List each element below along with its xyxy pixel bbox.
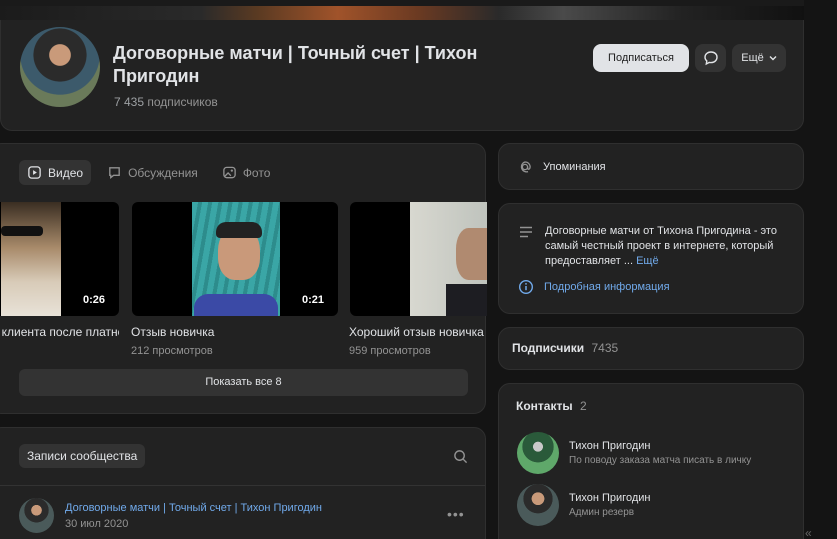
info-icon bbox=[518, 279, 534, 295]
video-title[interactable]: Отзыв новичка bbox=[131, 325, 214, 339]
group-header: Договорные матчи | Точный счет | Тихон П… bbox=[0, 20, 804, 131]
contact-description: По поводу заказа матча писать в личку bbox=[569, 455, 752, 466]
group-title: Договорные матчи | Точный счет | Тихон П… bbox=[113, 43, 478, 86]
video-title[interactable]: Отзыв клиента после платного прогноза bbox=[0, 325, 119, 339]
group-avatar[interactable] bbox=[18, 25, 102, 109]
contact-name[interactable]: Тихон Пригодин bbox=[569, 492, 650, 504]
followers-count: 7435 bbox=[591, 341, 619, 355]
video-thumbnail[interactable]: 0:26 bbox=[0, 202, 119, 316]
tab-photos[interactable]: Фото bbox=[214, 160, 279, 185]
collapse-sidebar-icon[interactable]: « bbox=[805, 526, 812, 539]
mentions-label: Упоминания bbox=[543, 161, 606, 173]
at-icon bbox=[520, 161, 531, 173]
post-author-link[interactable]: Договорные матчи | Точный счет | Тихон П… bbox=[65, 502, 322, 514]
video-duration: 0:21 bbox=[301, 294, 324, 306]
contact-name[interactable]: Тихон Пригодин bbox=[569, 440, 650, 452]
about-block: Договорные матчи от Тихона Пригодина - э… bbox=[498, 203, 804, 314]
posts-filter-button[interactable]: Записи сообщества bbox=[19, 444, 146, 468]
description-icon bbox=[520, 226, 532, 238]
group-description: Договорные матчи от Тихона Пригодина - э… bbox=[545, 225, 777, 267]
show-all-videos-button[interactable]: Показать все 8 bbox=[19, 369, 468, 396]
subscribers-count[interactable]: 7 435 подписчиков bbox=[114, 95, 218, 109]
more-button[interactable]: Ещё bbox=[732, 44, 786, 72]
details-link[interactable]: Подробная информация bbox=[544, 281, 670, 293]
chevron-down-icon bbox=[769, 56, 777, 61]
message-icon bbox=[703, 51, 718, 66]
tab-discussions[interactable]: Обсуждения bbox=[99, 160, 206, 185]
video-views: 212 просмотров bbox=[131, 345, 213, 357]
community-posts: Записи сообщества Договорные матчи | Точ… bbox=[0, 427, 486, 539]
video-views: 959 просмотров bbox=[349, 345, 431, 357]
discussion-icon bbox=[109, 167, 120, 180]
video-thumbnail[interactable] bbox=[350, 202, 487, 316]
search-icon[interactable] bbox=[453, 449, 468, 464]
media-block: Видео Обсуждения Фото 0:26 0:21 Отзыв кл… bbox=[0, 143, 487, 414]
post-date[interactable]: 30 июл 2020 bbox=[65, 518, 128, 530]
contacts-count: 2 bbox=[579, 399, 587, 413]
tab-video[interactable]: Видео bbox=[19, 160, 92, 185]
message-button[interactable] bbox=[695, 44, 726, 72]
photo-icon bbox=[223, 166, 236, 179]
post-menu-icon[interactable]: ••• bbox=[447, 506, 465, 522]
contacts-label[interactable]: Контакты bbox=[516, 399, 573, 413]
subscribe-button[interactable]: Подписаться bbox=[593, 44, 689, 72]
divider bbox=[0, 485, 485, 486]
video-title[interactable]: Хороший отзыв новичка bbox=[349, 325, 487, 339]
contact-description: Админ резерв bbox=[569, 507, 635, 518]
followers-label: Подписчики bbox=[512, 341, 585, 355]
contacts-block: Контакты 2 Тихон Пригодин По поводу зака… bbox=[498, 383, 804, 539]
followers-block[interactable]: Подписчики 7435 bbox=[498, 327, 804, 370]
contact-avatar[interactable] bbox=[517, 432, 559, 474]
video-duration: 0:26 bbox=[82, 294, 105, 306]
mentions-block[interactable]: Упоминания bbox=[498, 143, 804, 190]
post-author-avatar[interactable] bbox=[19, 498, 54, 533]
video-thumbnail[interactable]: 0:21 bbox=[132, 202, 338, 316]
contact-avatar[interactable] bbox=[517, 484, 559, 526]
video-icon bbox=[28, 166, 41, 179]
description-more-link[interactable]: Ещё bbox=[636, 255, 659, 267]
